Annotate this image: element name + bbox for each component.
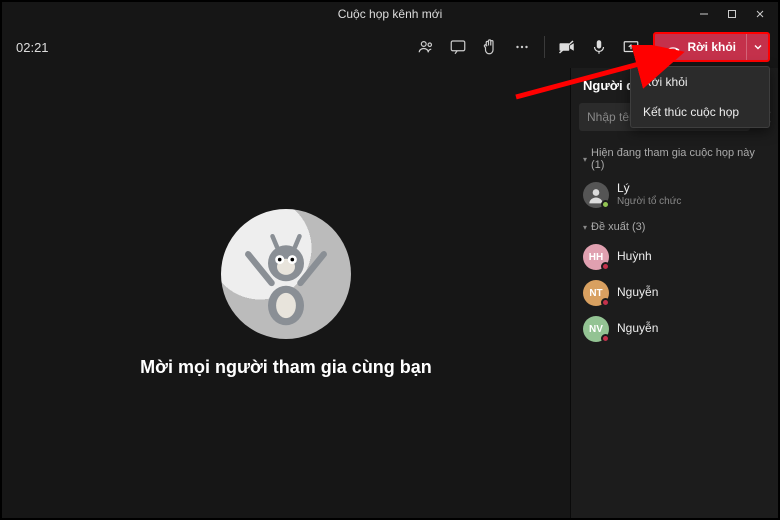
menu-item-leave[interactable]: Rời khỏi: [631, 67, 769, 97]
participant-avatar: HH: [583, 244, 609, 270]
mic-button[interactable]: [583, 31, 615, 63]
presence-indicator: [601, 334, 610, 343]
share-screen-button[interactable]: [615, 31, 647, 63]
leave-dropdown-menu: Rời khỏi Kết thúc cuộc họp: [630, 66, 770, 128]
participant-role: Người tổ chức: [617, 196, 681, 208]
participant-row[interactable]: NV Nguyễn: [571, 311, 778, 347]
window-title: Cuộc họp kênh mới: [338, 7, 443, 21]
participant-avatar: NV: [583, 316, 609, 342]
titlebar: Cuộc họp kênh mới: [2, 2, 778, 26]
participant-row[interactable]: HH Huỳnh: [571, 239, 778, 275]
main-avatar: [221, 209, 351, 339]
window-controls: [690, 2, 774, 26]
presence-indicator: [601, 262, 610, 271]
participant-avatar: NT: [583, 280, 609, 306]
minimize-button[interactable]: [690, 2, 718, 26]
participant-info: Nguyễn: [617, 286, 658, 300]
participant-name: Nguyễn: [617, 286, 658, 300]
meeting-toolbar: 02:21: [2, 26, 778, 68]
raise-hand-button[interactable]: [474, 31, 506, 63]
video-stage: Mời mọi người tham gia cùng bạn: [2, 68, 570, 518]
close-button[interactable]: [746, 2, 774, 26]
menu-item-end-meeting[interactable]: Kết thúc cuộc họp: [631, 97, 769, 127]
participant-name: Nguyễn: [617, 322, 658, 336]
participant-info: Huỳnh: [617, 250, 652, 264]
participant-avatar: [583, 182, 609, 208]
participant-name: Huỳnh: [617, 250, 652, 264]
app-window: Cuộc họp kênh mới 02:21: [2, 2, 778, 518]
leave-button-label: Rời khỏi: [687, 40, 736, 54]
participant-name: Lý: [617, 182, 681, 196]
participant-info: Nguyễn: [617, 322, 658, 336]
chat-button[interactable]: [442, 31, 474, 63]
camera-button[interactable]: [551, 31, 583, 63]
participants-button[interactable]: [410, 31, 442, 63]
cartoon-icon: [241, 219, 331, 329]
participant-row[interactable]: LýNgười tổ chức: [571, 177, 778, 213]
leave-button-wrap: Rời khỏi Rời khỏi Kết thúc cuộc họp: [653, 32, 770, 62]
presence-indicator: [601, 200, 610, 209]
caret-down-icon: ▾: [583, 155, 587, 164]
leave-button[interactable]: Rời khỏi: [653, 32, 770, 62]
section-suggested[interactable]: ▾ Đề xuất (3): [571, 213, 778, 239]
meeting-body: Mời mọi người tham gia cùng bạn Người dự…: [2, 68, 778, 518]
section-suggested-label: Đề xuất (3): [591, 221, 645, 233]
toolbar-divider: [544, 36, 545, 58]
leave-button-main[interactable]: Rời khỏi: [655, 34, 746, 60]
section-in-meeting[interactable]: ▾ Hiện đang tham gia cuộc họp này (1): [571, 139, 778, 177]
participants-panel: Người dự ▾ Hiện đang tham gia cuộc họp n…: [570, 68, 778, 518]
participant-info: LýNgười tổ chức: [617, 182, 681, 207]
presence-indicator: [601, 298, 610, 307]
maximize-button[interactable]: [718, 2, 746, 26]
participant-row[interactable]: NT Nguyễn: [571, 275, 778, 311]
section-in-meeting-label: Hiện đang tham gia cuộc họp này (1): [591, 147, 766, 171]
more-actions-button[interactable]: [506, 31, 538, 63]
meeting-timer: 02:21: [10, 40, 49, 55]
caret-down-icon: ▾: [583, 223, 587, 232]
leave-dropdown-toggle[interactable]: [746, 34, 768, 60]
invite-message: Mời mọi người tham gia cùng bạn: [140, 357, 432, 378]
chevron-down-icon: [753, 42, 763, 52]
hangup-icon: [665, 39, 681, 55]
